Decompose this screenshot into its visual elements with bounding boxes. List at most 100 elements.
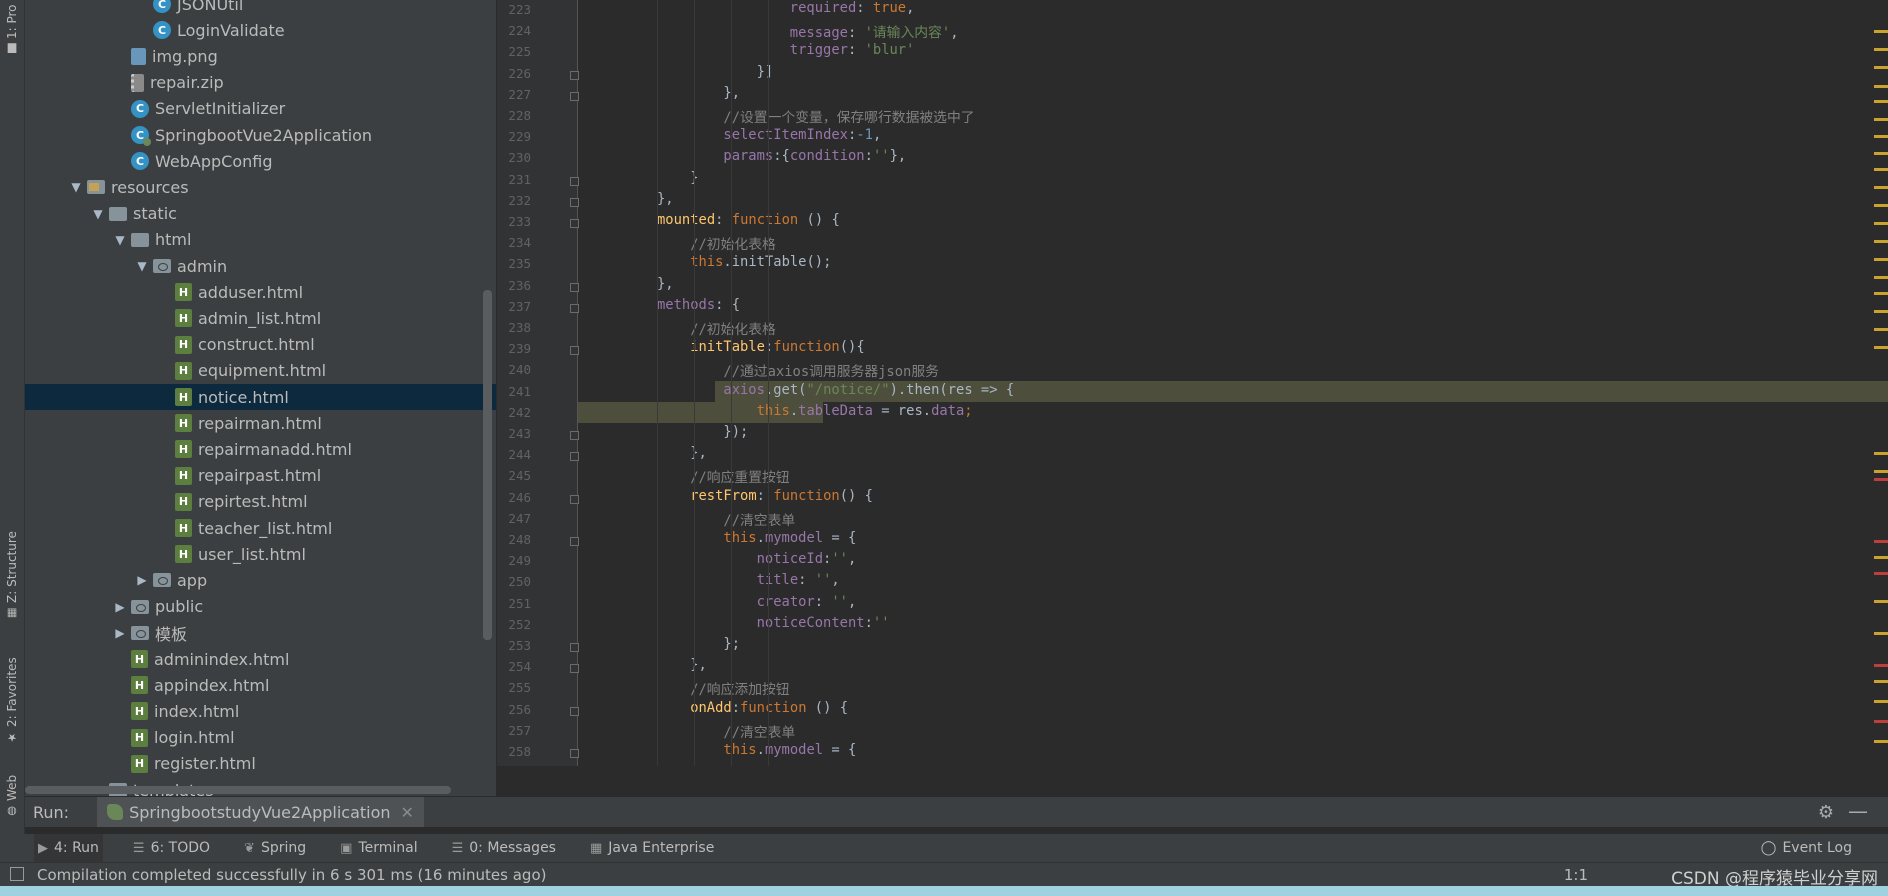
- code-line[interactable]: onAdd:function () {: [690, 700, 848, 716]
- fold-marker-icon[interactable]: [570, 494, 579, 504]
- code-line[interactable]: //设置一个变量，保存哪行数据被选中了: [723, 106, 974, 126]
- tree-item[interactable]: ▶ 模板: [25, 620, 496, 646]
- fold-marker-icon[interactable]: [570, 282, 579, 292]
- tree-item[interactable]: C SpringbootVue2Application: [25, 122, 496, 148]
- error-stripe-mark[interactable]: [1874, 258, 1888, 261]
- caret-position[interactable]: 1:1: [1564, 866, 1588, 884]
- error-stripe-mark[interactable]: [1874, 632, 1888, 635]
- fold-marker-icon[interactable]: [570, 70, 579, 80]
- tree-item[interactable]: ▼ admin: [25, 253, 496, 279]
- tree-item[interactable]: Hrepairman.html: [25, 410, 496, 436]
- error-stripe-mark[interactable]: [1874, 572, 1888, 575]
- code-line[interactable]: //初始化表格: [690, 318, 776, 338]
- code-line[interactable]: }]: [757, 64, 774, 80]
- code-line[interactable]: mounted: function () {: [657, 212, 840, 228]
- tree-item[interactable]: Hrepairpast.html: [25, 463, 496, 489]
- expanded-arrow-icon[interactable]: ▼: [69, 180, 83, 194]
- tree-item[interactable]: Happindex.html: [25, 672, 496, 698]
- error-stripe-mark[interactable]: [1874, 135, 1888, 138]
- collapsed-arrow-icon[interactable]: ▶: [135, 573, 149, 587]
- error-stripe-mark[interactable]: [1874, 276, 1888, 279]
- tree-item[interactable]: ▶ app: [25, 567, 496, 593]
- error-stripe-mark[interactable]: [1874, 30, 1888, 33]
- error-stripe-mark[interactable]: [1874, 664, 1888, 667]
- tree-item[interactable]: C ServletInitializer: [25, 96, 496, 122]
- tree-item[interactable]: Hteacher_list.html: [25, 515, 496, 541]
- error-stripe-mark[interactable]: [1874, 222, 1888, 225]
- close-icon[interactable]: ✕: [401, 803, 414, 822]
- fold-marker-icon[interactable]: [570, 219, 579, 228]
- tree-item[interactable]: Hconstruct.html: [25, 332, 496, 358]
- run-config-tab[interactable]: SpringbootstudyVue2Application ✕: [97, 797, 424, 827]
- code-line[interactable]: this.initTable();: [690, 254, 831, 270]
- collapsed-arrow-icon[interactable]: ▶: [113, 626, 127, 640]
- fold-marker-icon[interactable]: [570, 91, 579, 101]
- expanded-arrow-icon[interactable]: ▼: [113, 233, 127, 247]
- tree-horizontal-scrollbar[interactable]: [25, 786, 451, 794]
- tool-window-button[interactable]: ❦ Spring: [240, 834, 310, 862]
- tree-item[interactable]: ▼ static: [25, 201, 496, 227]
- fold-marker-icon[interactable]: [570, 537, 579, 546]
- error-stripe-mark[interactable]: [1874, 470, 1888, 473]
- code-line[interactable]: initTable:function(){: [690, 339, 864, 355]
- tree-item[interactable]: Hrepairmanadd.html: [25, 436, 496, 462]
- toggle-tool-windows-icon[interactable]: [10, 867, 24, 881]
- web-tool-tab[interactable]: ◍ Web: [2, 768, 22, 818]
- tree-item[interactable]: Hlogin.html: [25, 725, 496, 751]
- error-stripe-mark[interactable]: [1874, 556, 1888, 559]
- error-stripe-mark[interactable]: [1874, 720, 1888, 723]
- tree-item[interactable]: repair.zip: [25, 70, 496, 96]
- error-stripe-mark[interactable]: [1874, 240, 1888, 243]
- tree-item[interactable]: Hrepirtest.html: [25, 489, 496, 515]
- event-log-button[interactable]: ◯ Event Log: [1761, 834, 1852, 862]
- tree-item[interactable]: Hindex.html: [25, 698, 496, 724]
- tree-item[interactable]: Huser_list.html: [25, 541, 496, 567]
- tree-item[interactable]: Hadminindex.html: [25, 646, 496, 672]
- code-line[interactable]: noticeId:'',: [757, 551, 857, 567]
- error-stripe-mark[interactable]: [1874, 168, 1888, 171]
- error-stripe[interactable]: [1874, 0, 1888, 766]
- error-stripe-mark[interactable]: [1874, 100, 1888, 103]
- tree-item[interactable]: Hregister.html: [25, 751, 496, 777]
- fold-marker-icon[interactable]: [570, 706, 579, 716]
- tree-item[interactable]: C LoginValidate: [25, 17, 496, 43]
- error-stripe-mark[interactable]: [1874, 478, 1888, 481]
- error-stripe-mark[interactable]: [1874, 600, 1888, 603]
- error-stripe-mark[interactable]: [1874, 118, 1888, 121]
- fold-marker-icon[interactable]: [570, 431, 579, 440]
- tree-item[interactable]: ▼ resources: [25, 174, 496, 200]
- code-line[interactable]: this.tableData = res.data;: [757, 403, 973, 419]
- error-stripe-mark[interactable]: [1874, 452, 1888, 455]
- error-stripe-mark[interactable]: [1874, 66, 1888, 69]
- error-stripe-mark[interactable]: [1874, 152, 1888, 155]
- code-line[interactable]: //响应重置按钮: [690, 466, 789, 486]
- collapsed-arrow-icon[interactable]: ▶: [113, 600, 127, 614]
- tree-vertical-scrollbar[interactable]: [483, 290, 492, 640]
- code-line[interactable]: trigger: 'blur': [790, 42, 915, 58]
- error-stripe-mark[interactable]: [1874, 292, 1888, 295]
- code-line[interactable]: axios.get("/notice/").then(res => {: [723, 382, 1014, 398]
- code-line[interactable]: methods: {: [657, 297, 740, 313]
- code-line[interactable]: title: '',: [757, 572, 840, 588]
- error-stripe-mark[interactable]: [1874, 204, 1888, 207]
- error-stripe-mark[interactable]: [1874, 48, 1888, 51]
- fold-marker-icon[interactable]: [570, 303, 579, 313]
- error-stripe-mark[interactable]: [1874, 328, 1888, 331]
- fold-marker-icon[interactable]: [570, 664, 579, 674]
- code-line[interactable]: noticeContent:'': [757, 615, 890, 631]
- tool-window-button[interactable]: ☰ 0: Messages: [448, 834, 560, 862]
- project-tool-tab[interactable]: ▆ 1: Pro: [2, 0, 22, 56]
- fold-marker-icon[interactable]: [570, 176, 579, 186]
- error-stripe-mark[interactable]: [1874, 186, 1888, 189]
- code-line[interactable]: },: [690, 657, 707, 673]
- error-stripe-mark[interactable]: [1874, 85, 1888, 88]
- tree-item[interactable]: Hequipment.html: [25, 358, 496, 384]
- code-line[interactable]: message: '请输入内容',: [790, 21, 959, 41]
- fold-marker-icon[interactable]: [570, 749, 579, 758]
- expanded-arrow-icon[interactable]: ▼: [135, 259, 149, 273]
- tree-item[interactable]: Hadduser.html: [25, 279, 496, 305]
- tree-item[interactable]: C WebAppConfig: [25, 148, 496, 174]
- code-line[interactable]: this.mymodel = {: [723, 530, 856, 546]
- code-line[interactable]: //清空表单: [723, 721, 795, 741]
- code-line[interactable]: selectItemIndex:-1,: [723, 127, 881, 143]
